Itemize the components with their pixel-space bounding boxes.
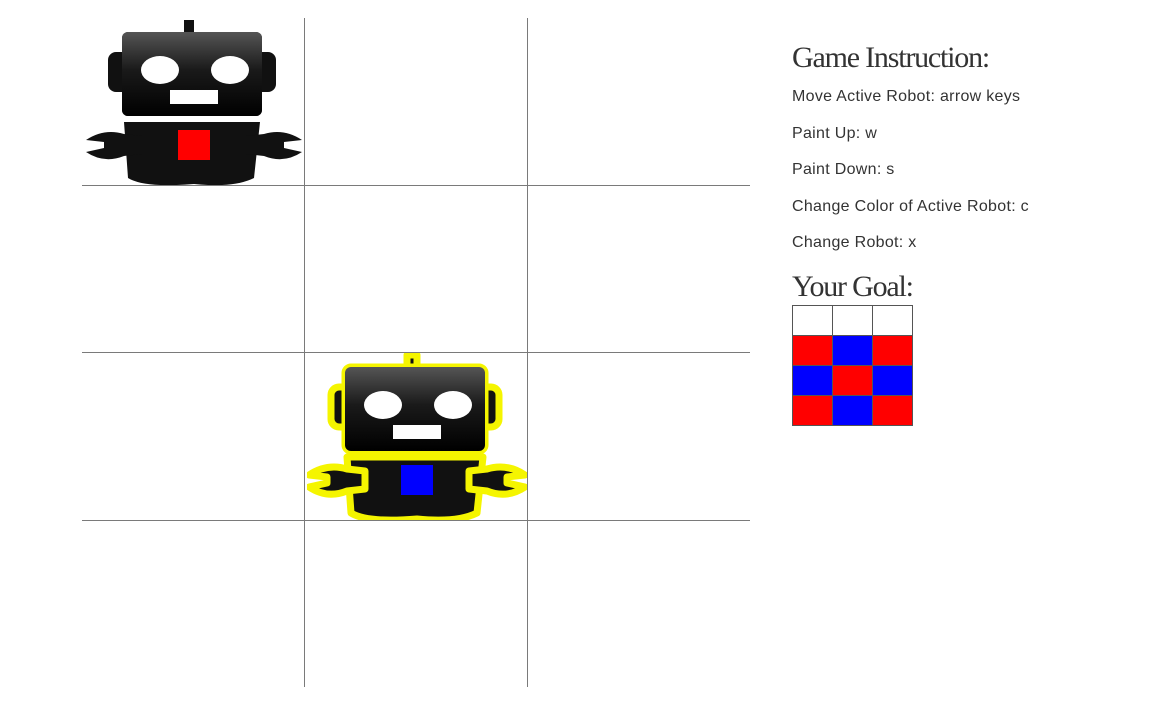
goal-cell xyxy=(792,394,833,426)
goal-cell xyxy=(872,334,913,366)
robot-icon[interactable] xyxy=(84,18,304,186)
board-cell[interactable] xyxy=(82,520,304,687)
board-cell[interactable] xyxy=(527,520,749,687)
goal-cell xyxy=(872,364,913,396)
board-cell[interactable] xyxy=(527,185,749,352)
goal-title: Your Goal: xyxy=(792,269,914,303)
instruction-change-robot: Change Robot: x xyxy=(792,234,917,251)
goal-cell xyxy=(792,364,833,396)
board-cell[interactable] xyxy=(82,18,304,186)
game-board[interactable] xyxy=(82,18,750,687)
goal-cell xyxy=(832,394,873,426)
board-cell[interactable] xyxy=(527,353,749,520)
goal-grid xyxy=(792,304,1132,426)
instruction-change-color: Change Color of Active Robot: c xyxy=(792,197,1029,215)
instruction-paint-down: Paint Down: s xyxy=(792,161,895,178)
goal-cell xyxy=(792,304,833,336)
goal-cell xyxy=(792,334,833,366)
active-robot-icon[interactable] xyxy=(305,351,529,524)
goal-cell xyxy=(832,304,873,336)
instructions-title: Game Instruction: xyxy=(792,41,990,74)
board-cell[interactable] xyxy=(82,185,304,352)
goal-cell xyxy=(872,304,913,336)
goal-cell xyxy=(872,394,913,426)
instructions-list: Move Active Robot: arrow keys Paint Up: … xyxy=(792,86,1132,269)
instruction-move: Move Active Robot: arrow keys xyxy=(792,88,1021,105)
side-panel: Game Instruction: Move Active Robot: arr… xyxy=(792,40,1132,426)
instruction-paint-up: Paint Up: w xyxy=(792,124,878,142)
goal-cell xyxy=(832,334,873,366)
board-cell[interactable] xyxy=(305,351,529,524)
board-cell[interactable] xyxy=(527,18,749,185)
board-cell[interactable] xyxy=(305,18,527,185)
board-cell[interactable] xyxy=(82,353,304,520)
board-cell[interactable] xyxy=(305,520,527,687)
goal-cell xyxy=(832,364,873,396)
board-cell[interactable] xyxy=(305,185,527,352)
